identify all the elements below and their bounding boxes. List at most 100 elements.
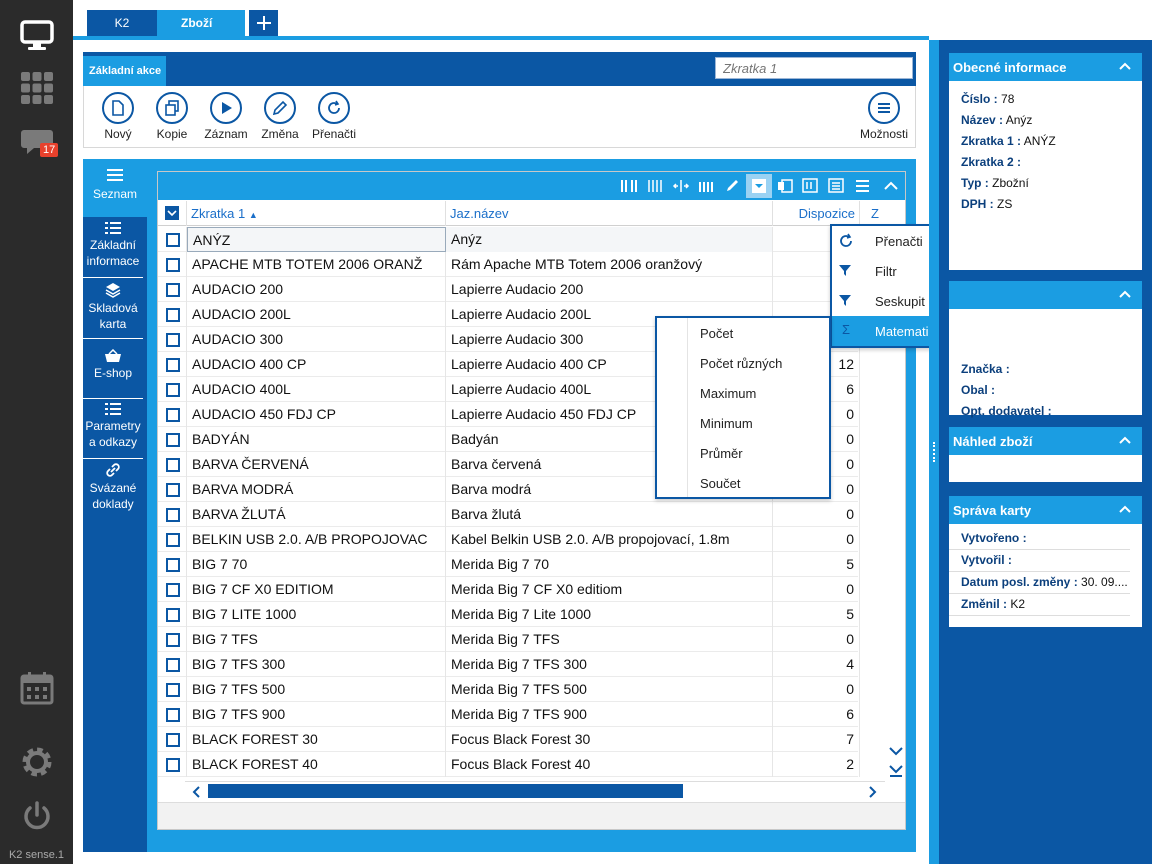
cell-jaz-nazev[interactable]: Merida Big 7 TFS bbox=[446, 627, 773, 652]
cell-zkratka[interactable]: AUDACIO 450 FDJ CP bbox=[187, 402, 446, 427]
cell-zkratka[interactable]: BIG 7 LITE 1000 bbox=[187, 602, 446, 627]
apps-grid-icon[interactable] bbox=[18, 70, 56, 106]
desktop-icon[interactable] bbox=[18, 18, 56, 54]
table-row[interactable]: BIG 7 TFS Merida Big 7 TFS 0 bbox=[158, 627, 860, 652]
cell-zkratka[interactable]: BIG 7 TFS 500 bbox=[187, 677, 446, 702]
cell-dispozice[interactable]: 5 bbox=[773, 602, 860, 627]
submenu-item-maximum[interactable]: Maximum bbox=[700, 378, 756, 408]
submenu-item-sum[interactable]: Součet bbox=[700, 468, 740, 498]
cell-jaz-nazev[interactable]: Merida Big 7 TFS 500 bbox=[446, 677, 773, 702]
select-all-checkbox[interactable] bbox=[158, 201, 187, 226]
cell-jaz-nazev[interactable]: Merida Big 7 TFS 300 bbox=[446, 652, 773, 677]
table-row[interactable]: APACHE MTB TOTEM 2006 ORANŽ Rám Apache MT… bbox=[158, 252, 860, 277]
row-checkbox[interactable] bbox=[166, 283, 180, 297]
row-checkbox[interactable] bbox=[166, 358, 180, 372]
table-row[interactable]: ANÝZ Anýz bbox=[158, 227, 860, 252]
row-checkbox[interactable] bbox=[166, 433, 180, 447]
filter-dropdown-button[interactable] bbox=[746, 174, 772, 198]
cell-zkratka[interactable]: AUDACIO 300 bbox=[187, 327, 446, 352]
row-checkbox[interactable] bbox=[166, 308, 180, 322]
tab-zbozi[interactable]: Zboží bbox=[157, 10, 245, 36]
section-header[interactable] bbox=[949, 281, 1142, 309]
row-checkbox[interactable] bbox=[166, 658, 180, 672]
nav-parametry-odkazy[interactable]: Parametry a odkazy bbox=[83, 399, 143, 459]
cell-zkratka[interactable]: BIG 7 TFS 300 bbox=[187, 652, 446, 677]
collapse-up-icon[interactable] bbox=[882, 178, 900, 194]
record-button[interactable]: Záznam bbox=[199, 92, 253, 141]
table-row[interactable]: BIG 7 LITE 1000 Merida Big 7 Lite 1000 5 bbox=[158, 602, 860, 627]
table-row[interactable]: BIG 7 70 Merida Big 7 70 5 bbox=[158, 552, 860, 577]
cell-zkratka[interactable]: BELKIN USB 2.0. A/B PROPOJOVAC bbox=[187, 527, 446, 552]
cell-dispozice[interactable]: 7 bbox=[773, 727, 860, 752]
cell-jaz-nazev[interactable]: Kabel Belkin USB 2.0. A/B propojovací, 1… bbox=[446, 527, 773, 552]
change-button[interactable]: Změna bbox=[253, 92, 307, 141]
submenu-item-count-distinct[interactable]: Počet různých bbox=[700, 348, 782, 378]
options-button[interactable]: Možnosti bbox=[854, 92, 914, 141]
cell-zkratka[interactable]: BIG 7 70 bbox=[187, 552, 446, 577]
shortcut-search-input[interactable] bbox=[715, 57, 913, 79]
nav-zakladni-informace[interactable]: Základní informace bbox=[83, 217, 143, 278]
edit-icon[interactable] bbox=[724, 178, 742, 194]
splitter-handle[interactable] bbox=[933, 442, 935, 462]
column-header-dispozice[interactable]: Dispozice bbox=[773, 201, 860, 226]
nav-seznam[interactable]: Seznam bbox=[83, 159, 147, 217]
cell-jaz-nazev[interactable]: Merida Big 7 70 bbox=[446, 552, 773, 577]
column-grid-icon[interactable] bbox=[698, 178, 716, 194]
row-checkbox[interactable] bbox=[166, 733, 180, 747]
row-checkbox[interactable] bbox=[166, 383, 180, 397]
row-checkbox[interactable] bbox=[166, 608, 180, 622]
cell-jaz-nazev[interactable]: Lapierre Audacio 200 bbox=[446, 277, 773, 302]
cell-zkratka[interactable]: AUDACIO 200 bbox=[187, 277, 446, 302]
cell-jaz-nazev[interactable]: Focus Black Forest 40 bbox=[446, 752, 773, 777]
column-header-zkratka[interactable]: Zkratka 1 ▲ bbox=[187, 201, 446, 226]
cell-dispozice[interactable]: 0 bbox=[773, 502, 860, 527]
reload-button[interactable]: Přenačti bbox=[307, 92, 361, 141]
row-checkbox[interactable] bbox=[166, 258, 180, 272]
cell-jaz-nazev[interactable]: Rám Apache MTB Totem 2006 oranžový bbox=[446, 252, 773, 277]
nav-svazane-doklady[interactable]: Svázané doklady bbox=[83, 459, 143, 519]
tab-k2[interactable]: K2 bbox=[87, 10, 157, 36]
cell-jaz-nazev[interactable]: Anýz bbox=[446, 227, 773, 252]
cell-zkratka[interactable]: BADYÁN bbox=[187, 427, 446, 452]
cell-zkratka[interactable]: AUDACIO 400L bbox=[187, 377, 446, 402]
submenu-item-count[interactable]: Počet bbox=[700, 318, 733, 348]
table-row[interactable]: BIG 7 TFS 900 Merida Big 7 TFS 900 6 bbox=[158, 702, 860, 727]
row-checkbox[interactable] bbox=[166, 233, 180, 247]
add-tab-button[interactable] bbox=[249, 10, 278, 36]
table-row[interactable]: AUDACIO 200 Lapierre Audacio 200 bbox=[158, 277, 860, 302]
cell-zkratka[interactable]: BARVA ČERVENÁ bbox=[187, 452, 446, 477]
row-checkbox[interactable] bbox=[166, 708, 180, 722]
chevron-left-icon[interactable] bbox=[191, 786, 201, 798]
cell-zkratka[interactable]: BIG 7 TFS bbox=[187, 627, 446, 652]
chevron-right-icon[interactable] bbox=[868, 786, 878, 798]
cell-jaz-nazev[interactable]: Barva žlutá bbox=[446, 502, 773, 527]
cell-zkratka[interactable]: APACHE MTB TOTEM 2006 ORANŽ bbox=[187, 252, 446, 277]
cell-zkratka[interactable]: BARVA ŽLUTÁ bbox=[187, 502, 446, 527]
row-checkbox[interactable] bbox=[166, 483, 180, 497]
excel-icon[interactable] bbox=[776, 178, 794, 194]
cell-zkratka[interactable]: ANÝZ bbox=[187, 227, 446, 252]
section-header[interactable]: Náhled zboží bbox=[949, 427, 1142, 455]
hamburger-icon[interactable] bbox=[854, 178, 872, 194]
cell-jaz-nazev[interactable]: Focus Black Forest 30 bbox=[446, 727, 773, 752]
scrollbar-thumb[interactable] bbox=[208, 784, 683, 798]
table-row[interactable]: BLACK FOREST 40 Focus Black Forest 40 2 bbox=[158, 752, 860, 777]
chevron-up-icon[interactable] bbox=[1118, 502, 1132, 516]
cell-zkratka[interactable]: AUDACIO 400 CP bbox=[187, 352, 446, 377]
new-button[interactable]: Nový bbox=[91, 92, 145, 141]
double-chevron-down-icon[interactable] bbox=[888, 763, 904, 779]
cell-dispozice[interactable]: 0 bbox=[773, 677, 860, 702]
row-checkbox[interactable] bbox=[166, 683, 180, 697]
columns-icon[interactable] bbox=[620, 178, 638, 194]
column-header-z[interactable]: Z bbox=[860, 201, 890, 226]
cell-dispozice[interactable]: 2 bbox=[773, 752, 860, 777]
row-checkbox[interactable] bbox=[166, 508, 180, 522]
cell-dispozice[interactable]: 0 bbox=[773, 627, 860, 652]
row-checkbox[interactable] bbox=[166, 558, 180, 572]
cell-zkratka[interactable]: BIG 7 TFS 900 bbox=[187, 702, 446, 727]
row-checkbox[interactable] bbox=[166, 583, 180, 597]
select-columns-icon[interactable] bbox=[802, 178, 820, 194]
cell-zkratka[interactable]: AUDACIO 200L bbox=[187, 302, 446, 327]
cell-dispozice[interactable]: 5 bbox=[773, 552, 860, 577]
cell-jaz-nazev[interactable]: Merida Big 7 Lite 1000 bbox=[446, 602, 773, 627]
